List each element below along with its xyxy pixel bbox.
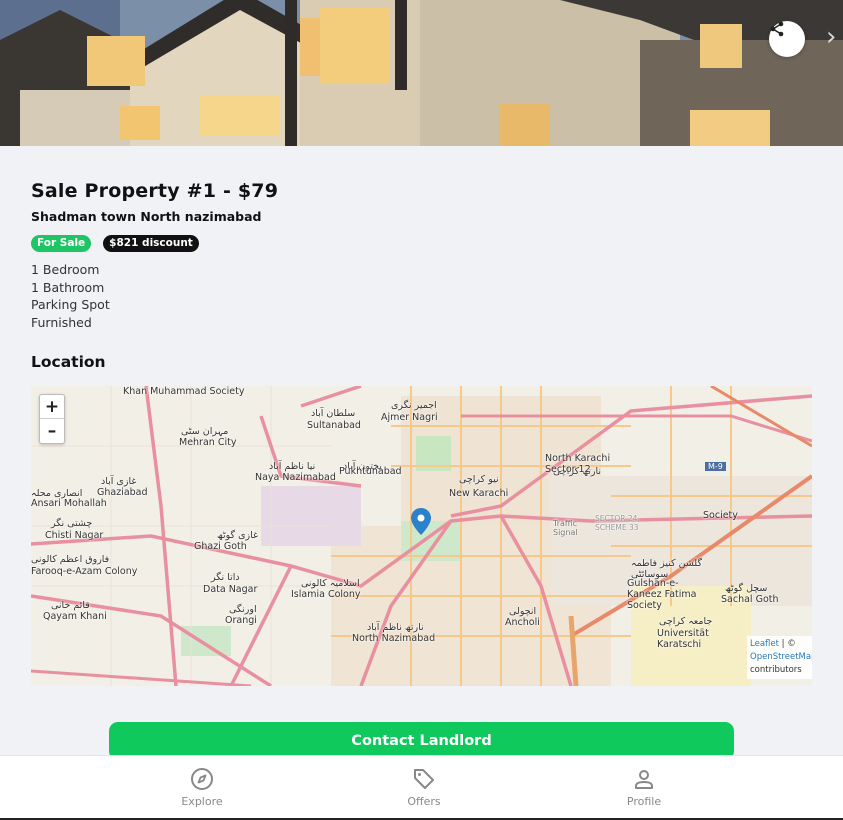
tag-icon <box>414 769 434 789</box>
user-icon <box>635 770 653 789</box>
map-attribution: Leaflet | © OpenStreetMap contributors <box>747 636 812 679</box>
property-address: Shadman town North nazimabad <box>31 209 262 224</box>
attribution-contributors: contributors <box>750 665 802 675</box>
map-label: Naya Nazimabad <box>255 472 336 483</box>
nav-label-explore: Explore <box>181 795 223 808</box>
chevron-right-icon[interactable]: › <box>826 22 836 52</box>
discount-badge: $821 discount <box>103 235 199 252</box>
leaflet-link[interactable]: Leaflet <box>750 639 779 649</box>
map-label: اورنگی <box>229 604 257 615</box>
map-label: نارتھ ناظم آباد <box>367 622 424 633</box>
map-label: Mehran City <box>179 437 237 448</box>
nav-item-explore[interactable]: Explore <box>142 756 262 819</box>
map-label: Pukhtunabad <box>339 466 402 477</box>
hero-image: › <box>0 0 843 146</box>
nav-label-offers: Offers <box>407 795 441 808</box>
map-label: Universität Karatschi <box>657 628 709 650</box>
share-icon <box>770 21 784 37</box>
feature-furnished: Furnished <box>31 314 92 330</box>
map-label: North Nazimabad <box>352 633 436 644</box>
map-label: Traffic Signal <box>553 519 578 537</box>
map-label: Ancholi <box>505 617 540 628</box>
highway-shield: M-9 <box>705 462 726 471</box>
nav-label-profile: Profile <box>626 795 662 808</box>
nav-item-offers[interactable]: Offers <box>364 756 484 819</box>
bottom-nav: Explore Offers Profile <box>0 755 843 820</box>
map-label: گلشن کنیز فاطمہ سوسائٹی <box>631 558 702 580</box>
map-label: Farooq-e-Azam Colony <box>31 566 138 577</box>
for-sale-badge: For Sale <box>31 235 92 252</box>
badge-row: For Sale $821 discount <box>31 235 199 252</box>
map-label: New Karachi <box>449 488 509 499</box>
zoom-in-button[interactable]: + <box>40 395 64 419</box>
map-label: غازی گوٹھ <box>217 530 258 541</box>
attribution-sep: | © <box>781 639 796 649</box>
map-label: Sachal Goth <box>721 594 779 605</box>
house-photo <box>0 0 843 146</box>
map-label: Gulshan-e-Kaneez Fatima Society <box>627 578 697 611</box>
map-label: انچولی <box>509 606 537 617</box>
zoom-control: + – <box>39 394 65 444</box>
map-label: اجمیر نگری <box>391 400 437 411</box>
map-label: جامعہ کراچی <box>659 616 713 627</box>
feature-list: 1 Bedroom 1 Bathroom Parking Spot Furnis… <box>31 261 110 331</box>
map-label: Ansari Mohallah <box>31 498 107 509</box>
map-label: Islamia Colony <box>291 589 361 600</box>
map-label: مہران سٹی <box>181 426 229 437</box>
map-label: Society <box>703 510 738 521</box>
map-label: SECTOR 24, SCHEME 33 <box>595 514 640 532</box>
property-title: Sale Property #1 - $79 <box>31 180 279 202</box>
nav-item-profile[interactable]: Profile <box>584 756 704 819</box>
map-label: Ajmer Nagri <box>381 412 438 423</box>
map-label: Ghazi Goth <box>194 541 247 552</box>
map-label: اسلامیہ کالونی <box>301 578 360 589</box>
feature-parking: Parking Spot <box>31 297 110 313</box>
map-label: Khan Muhammad Society <box>123 386 245 397</box>
map-label: غازی آباد <box>101 476 137 487</box>
feature-bathroom: 1 Bathroom <box>31 279 105 295</box>
map-label: نیو کراچی <box>459 474 499 485</box>
share-button[interactable] <box>769 21 805 57</box>
feature-bedroom: 1 Bedroom <box>31 262 100 277</box>
location-map[interactable]: + – Khan Muhammad Society سلطان آباد Sul… <box>31 386 812 686</box>
map-label: نیا ناظم آباد <box>269 461 316 472</box>
map-label: Sultanabad <box>307 420 361 431</box>
map-label: Chisti Nagar <box>45 530 104 541</box>
map-label: North Karachi Sector 12 <box>545 453 611 475</box>
map-label: چشتی نگر <box>51 518 93 529</box>
map-label: سلطان آباد <box>311 408 356 419</box>
map-label: Ghaziabad <box>97 487 148 498</box>
zoom-out-button[interactable]: – <box>40 419 64 443</box>
map-label: Data Nagar <box>203 584 258 595</box>
map-label: قائم خانی <box>51 600 90 611</box>
map-label: Orangi <box>225 615 257 626</box>
map-label: Qayam Khani <box>43 611 107 622</box>
location-heading: Location <box>31 353 106 371</box>
map-label: داتا نگر <box>211 572 240 583</box>
compass-icon <box>191 768 213 790</box>
map-label: سچل گوٹھ <box>725 583 768 594</box>
map-label: فاروق اعظم کالونی <box>31 554 110 565</box>
osm-link[interactable]: OpenStreetMap <box>750 652 812 662</box>
